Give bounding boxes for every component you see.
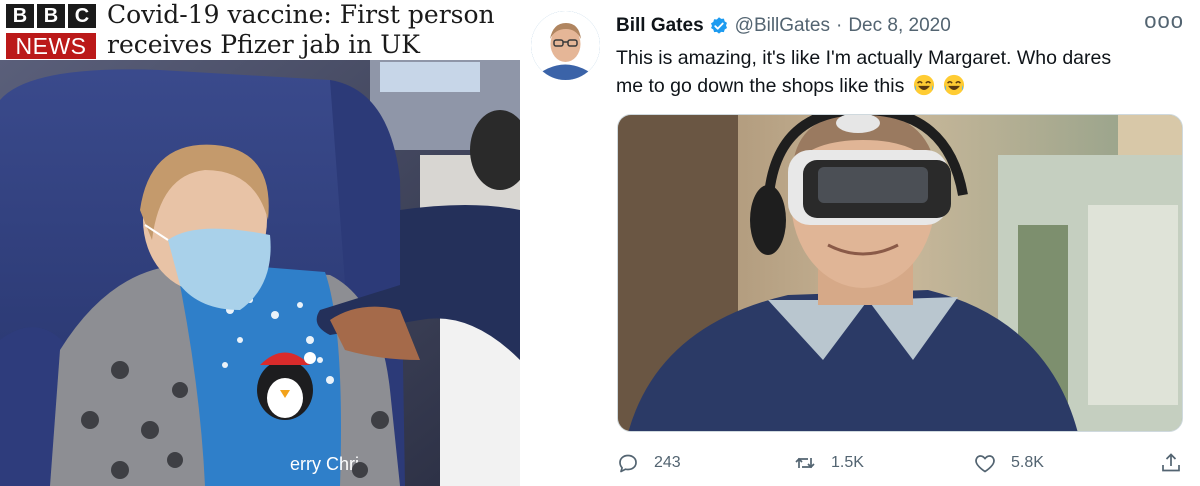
- retweet-button[interactable]: 1.5K: [793, 448, 864, 478]
- bbc-news-screenshot: B B C NEWS Covid-19 vaccine: First perso…: [0, 0, 520, 486]
- user-handle[interactable]: @BillGates: [735, 15, 830, 37]
- bbc-news-logo: B B C NEWS: [6, 4, 96, 59]
- vaccination-photo: erry Chri: [0, 60, 520, 486]
- bbc-logo-blocks: B B C: [6, 4, 96, 28]
- tweet-text: This is amazing, it's like I'm actually …: [616, 44, 1176, 100]
- headline-line-1: Covid-19 vaccine: First person: [107, 0, 495, 29]
- tweet-media-image[interactable]: [617, 114, 1183, 432]
- verified-badge-icon: [710, 17, 727, 34]
- tweet-text-line-2: me to go down the shops like this: [616, 72, 1176, 100]
- avatar[interactable]: [531, 11, 600, 80]
- retweet-icon: [795, 457, 815, 469]
- laughing-emoji-icon: [944, 74, 965, 96]
- share-button[interactable]: [1159, 448, 1183, 478]
- reply-count: 243: [654, 454, 681, 471]
- bbc-news-wordmark: NEWS: [6, 33, 96, 59]
- like-count: 5.8K: [1011, 454, 1044, 471]
- headline-line-2: receives Pfizer jab in UK: [107, 30, 420, 59]
- tweet-actions: 243 1.5K 5.8K: [616, 448, 1196, 478]
- bbc-logo-letter: B: [37, 4, 65, 28]
- tshirt-text: erry Chri: [290, 454, 359, 474]
- retweet-count: 1.5K: [831, 454, 864, 471]
- display-name[interactable]: Bill Gates: [616, 15, 704, 37]
- separator-dot: ·: [835, 15, 843, 36]
- tweet-text-line-2-text: me to go down the shops like this: [616, 75, 905, 97]
- tweet-header: Bill Gates @BillGates · Dec 8, 2020: [616, 12, 951, 40]
- tweet-date[interactable]: Dec 8, 2020: [848, 15, 950, 37]
- headline: Covid-19 vaccine: First person receives …: [107, 0, 520, 60]
- laughing-emoji-icon: [913, 74, 934, 96]
- more-icon[interactable]: ooo: [1144, 10, 1184, 32]
- like-button[interactable]: 5.8K: [973, 448, 1044, 478]
- like-icon: [975, 455, 995, 473]
- bbc-logo-letter: C: [68, 4, 96, 28]
- bbc-logo-letter: B: [6, 4, 34, 28]
- reply-button[interactable]: 243: [616, 448, 681, 478]
- reply-icon: [619, 454, 637, 473]
- share-icon: [1162, 453, 1180, 472]
- tweet-card: Bill Gates @BillGates · Dec 8, 2020 ooo …: [520, 0, 1200, 486]
- bbc-header: B B C NEWS Covid-19 vaccine: First perso…: [0, 0, 520, 60]
- tweet-text-line-1: This is amazing, it's like I'm actually …: [616, 47, 1112, 69]
